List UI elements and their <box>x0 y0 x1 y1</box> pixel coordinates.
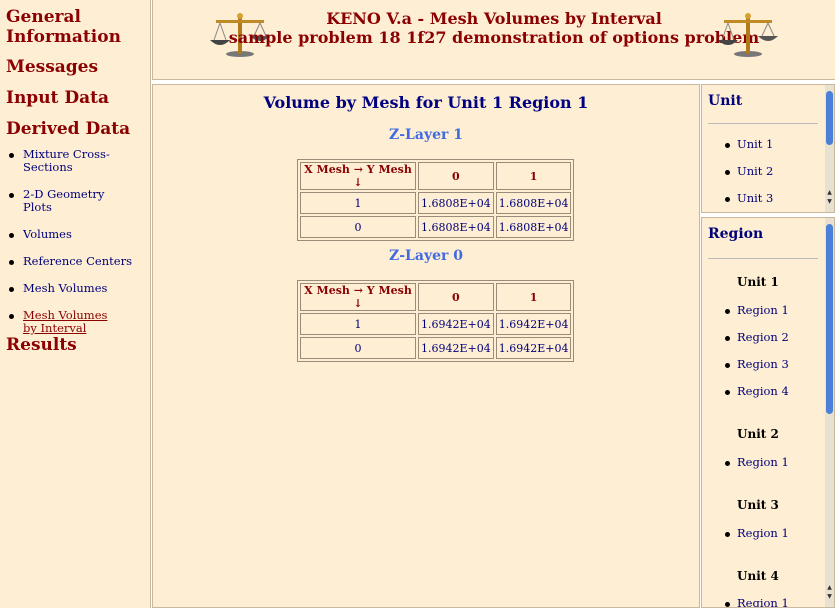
table-cell: 1.6942E+04 <box>418 337 494 359</box>
table-row: 0 1.6942E+04 1.6942E+04 <box>300 337 572 359</box>
header-frame: KENO V.a - Mesh Volumes by Interval samp… <box>152 0 835 80</box>
unit-heading: Unit <box>708 93 743 109</box>
nav-2d-geometry-plots[interactable]: 2-D Geometry Plots <box>9 188 133 214</box>
table-row: 1 1.6808E+04 1.6808E+04 <box>300 192 572 214</box>
table-header-cell: 1 <box>495 283 572 311</box>
bullet-icon <box>725 170 730 175</box>
z-layer-heading: Z-Layer 1 <box>389 127 463 143</box>
scroll-up-icon[interactable]: ▲ <box>825 584 834 591</box>
table-row: 1 1.6942E+04 1.6942E+04 <box>300 313 572 335</box>
region-link[interactable]: Region 1 <box>737 596 789 607</box>
z-layer-heading: Z-Layer 0 <box>389 248 463 264</box>
unit-group-heading: Unit 4 <box>737 569 779 583</box>
unit-group-heading: Unit 2 <box>737 427 779 441</box>
region-link[interactable]: Region 1 <box>737 455 789 469</box>
table-cell: 1 <box>300 192 416 214</box>
bullet-icon <box>725 363 730 368</box>
bullet-icon <box>725 390 730 395</box>
content-title: Volume by Mesh for Unit 1 Region 1 <box>263 93 589 112</box>
nav-mesh-volumes[interactable]: Mesh Volumes <box>9 282 133 295</box>
table-cell: 1.6808E+04 <box>495 216 572 238</box>
region-link[interactable]: Region 1 <box>737 526 789 540</box>
region-heading: Region <box>708 226 764 242</box>
nav-mixture-cross-sections[interactable]: Mixture Cross-Sections <box>9 148 133 174</box>
region-link[interactable]: Region 3 <box>737 357 789 371</box>
bullet-icon <box>725 197 730 202</box>
unit-frame: Unit Unit 1 Unit 2 Unit 3 ▲ ▼ <box>701 84 835 213</box>
unit-link[interactable]: Unit 2 <box>737 164 773 178</box>
bullet-icon <box>725 143 730 148</box>
nav-mesh-volumes-by-interval[interactable]: Mesh Volumes by Interval <box>9 309 118 335</box>
table-cell: 1.6942E+04 <box>418 313 494 335</box>
table-cell: 1.6942E+04 <box>495 337 572 359</box>
table-cell: 1 <box>300 313 416 335</box>
divider <box>708 258 818 259</box>
unit-link[interactable]: Unit 3 <box>737 191 773 205</box>
table-cell: 0 <box>300 216 416 238</box>
table-header-cell: X Mesh → Y Mesh ↓ <box>300 162 416 190</box>
bullet-icon <box>725 532 730 537</box>
bullet-icon <box>725 336 730 341</box>
mesh-table: X Mesh → Y Mesh ↓ 0 1 1 1.6942E+04 1.694… <box>297 280 575 362</box>
bullet-icon <box>725 461 730 466</box>
bullet-icon <box>725 309 730 314</box>
table-header-cell: X Mesh → Y Mesh ↓ <box>300 283 416 311</box>
nav-messages[interactable]: Messages <box>6 57 98 77</box>
nav-results[interactable]: Results <box>6 335 77 355</box>
divider <box>708 123 818 124</box>
unit-scrollbar[interactable]: ▲ ▼ <box>825 85 834 212</box>
table-row: 0 1.6808E+04 1.6808E+04 <box>300 216 572 238</box>
nav-input-data[interactable]: Input Data <box>6 88 109 108</box>
region-link[interactable]: Region 2 <box>737 330 789 344</box>
scroll-thumb[interactable] <box>826 91 833 145</box>
table-cell: 0 <box>300 337 416 359</box>
region-frame: Region Unit 1 Region 1 Region 2 Region 3… <box>701 217 835 608</box>
table-cell: 1.6942E+04 <box>495 313 572 335</box>
nav-reference-centers[interactable]: Reference Centers <box>9 255 133 268</box>
scales-icon <box>718 13 778 57</box>
scroll-thumb[interactable] <box>826 224 833 414</box>
region-link[interactable]: Region 1 <box>737 303 789 317</box>
scroll-down-icon[interactable]: ▼ <box>825 593 834 600</box>
unit-link[interactable]: Unit 1 <box>737 137 773 151</box>
bullet-icon <box>725 602 730 607</box>
table-cell: 1.6808E+04 <box>495 192 572 214</box>
nav-derived-data[interactable]: Derived Data <box>6 119 130 139</box>
derived-data-list: Mixture Cross-Sections 2-D Geometry Plot… <box>9 148 133 335</box>
region-link[interactable]: Region 4 <box>737 384 789 398</box>
scroll-up-icon[interactable]: ▲ <box>825 189 834 196</box>
table-header-cell: 1 <box>495 162 572 190</box>
mesh-table: X Mesh → Y Mesh ↓ 0 1 1 1.6808E+04 1.680… <box>297 159 575 241</box>
nav-volumes[interactable]: Volumes <box>9 228 133 241</box>
unit-group-heading: Unit 1 <box>737 275 779 289</box>
table-cell: 1.6808E+04 <box>418 192 494 214</box>
scroll-down-icon[interactable]: ▼ <box>825 198 834 205</box>
table-cell: 1.6808E+04 <box>418 216 494 238</box>
table-header-cell: 0 <box>418 162 494 190</box>
nav-frame: General Information Messages Input Data … <box>0 0 151 608</box>
unit-group-heading: Unit 3 <box>737 498 779 512</box>
table-header-cell: 0 <box>418 283 494 311</box>
region-scrollbar[interactable]: ▲ ▼ <box>825 218 834 607</box>
content-frame: Volume by Mesh for Unit 1 Region 1 Z-Lay… <box>152 84 700 608</box>
nav-general-information[interactable]: General Information <box>6 7 146 47</box>
